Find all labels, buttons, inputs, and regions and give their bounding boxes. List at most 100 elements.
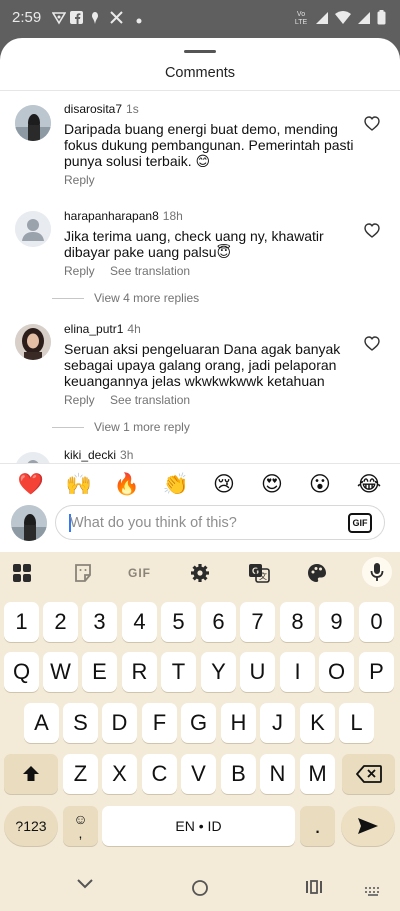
send-key[interactable]	[341, 806, 395, 846]
key-x[interactable]: X	[102, 754, 137, 794]
key-z[interactable]: Z	[63, 754, 98, 794]
comment-text: Seruan aksi pengeluaran Dana agak banyak…	[64, 341, 341, 389]
key-b[interactable]: B	[221, 754, 256, 794]
key-o[interactable]: O	[319, 652, 354, 692]
status-time: 2:59	[12, 9, 42, 26]
like-heart-icon[interactable]	[364, 336, 380, 352]
comment-composer: What do you think of this? GIF	[0, 505, 400, 552]
period-key[interactable]: .	[300, 806, 335, 846]
key-s[interactable]: S	[63, 703, 98, 743]
comment-username[interactable]: kiki_decki 3h	[64, 448, 133, 462]
key-7[interactable]: 7	[240, 602, 275, 642]
key-8[interactable]: 8	[280, 602, 315, 642]
like-heart-icon[interactable]	[364, 223, 380, 239]
symbols-key[interactable]: ?123	[4, 806, 58, 846]
shift-key[interactable]	[4, 754, 58, 794]
view-more-label: View 1 more reply	[94, 420, 190, 434]
key-u[interactable]: U	[240, 652, 275, 692]
avatar[interactable]	[15, 105, 51, 141]
key-c[interactable]: C	[142, 754, 177, 794]
reply-button[interactable]: Reply	[64, 264, 95, 278]
x-app-icon	[110, 11, 123, 27]
theme-palette-icon[interactable]	[307, 562, 327, 584]
see-translation-button[interactable]: See translation	[110, 393, 190, 407]
see-translation-button[interactable]: See translation	[110, 264, 190, 278]
send-arrow-icon	[358, 818, 378, 834]
space-key[interactable]: EN • ID	[102, 806, 295, 846]
key-9[interactable]: 9	[319, 602, 354, 642]
comment-username[interactable]: harapanharapan8 18h	[64, 209, 183, 223]
reply-button[interactable]: Reply	[64, 393, 95, 407]
emoji-heart[interactable]: ❤️	[17, 473, 45, 497]
key-a[interactable]: A	[24, 703, 59, 743]
key-1[interactable]: 1	[4, 602, 39, 642]
comment-username[interactable]: disarosita7 1s	[64, 102, 139, 116]
hide-keyboard-chevron-icon[interactable]	[76, 877, 94, 895]
svg-text:文: 文	[259, 571, 267, 581]
key-e[interactable]: E	[82, 652, 117, 692]
key-3[interactable]: 3	[82, 602, 117, 642]
comment-username[interactable]: elina_putr1 4h	[64, 322, 141, 336]
signal-icon-2	[357, 11, 371, 28]
drag-handle[interactable]	[184, 50, 216, 53]
reply-button[interactable]: Reply	[64, 173, 95, 187]
apps-grid-icon[interactable]	[12, 562, 32, 584]
view-more-replies[interactable]: View 4 more replies	[52, 291, 199, 305]
notification-dot-icon	[136, 13, 142, 27]
key-6[interactable]: 6	[201, 602, 236, 642]
emoji-laughing[interactable]: 😂	[355, 473, 383, 497]
translate-icon[interactable]: G文	[248, 562, 270, 584]
volte-label: Vo LTE	[294, 11, 308, 26]
key-l[interactable]: L	[339, 703, 374, 743]
gif-button[interactable]: GIF	[348, 513, 372, 533]
key-2[interactable]: 2	[43, 602, 78, 642]
microphone-icon[interactable]	[362, 557, 392, 587]
key-y[interactable]: Y	[201, 652, 236, 692]
emoji-crying[interactable]: 😢	[210, 473, 238, 497]
key-i[interactable]: I	[280, 652, 315, 692]
comment-text: Daripada buang energi buat demo, mending…	[64, 121, 354, 169]
avatar[interactable]	[15, 324, 51, 360]
key-4[interactable]: 4	[122, 602, 157, 642]
emoji-surprised[interactable]: 😮	[306, 473, 334, 497]
key-d[interactable]: D	[102, 703, 137, 743]
key-w[interactable]: W	[43, 652, 78, 692]
key-f[interactable]: F	[142, 703, 177, 743]
key-m[interactable]: M	[300, 754, 335, 794]
settings-gear-icon[interactable]	[190, 562, 210, 584]
pin-icon	[90, 11, 100, 28]
key-j[interactable]: J	[260, 703, 295, 743]
key-g[interactable]: G	[181, 703, 216, 743]
key-q[interactable]: Q	[4, 652, 39, 692]
key-0[interactable]: 0	[359, 602, 394, 642]
keyboard-toolbar: GIF G文	[0, 552, 400, 592]
facebook-icon	[70, 11, 83, 27]
key-v[interactable]: V	[181, 754, 216, 794]
key-r[interactable]: R	[122, 652, 157, 692]
emoji-reaction-bar: ❤️ 🙌 🔥 👏 😢 😍 😮 😂	[0, 463, 400, 507]
like-heart-icon[interactable]	[364, 116, 380, 132]
key-t[interactable]: T	[161, 652, 196, 692]
emoji-heart-eyes[interactable]: 😍	[258, 473, 286, 497]
recents-icon[interactable]	[305, 880, 323, 899]
emoji-clap[interactable]: 👏	[162, 473, 190, 497]
keyboard-switch-icon[interactable]	[365, 883, 381, 901]
emoji-fire[interactable]: 🔥	[113, 473, 141, 497]
view-more-replies[interactable]: View 1 more reply	[52, 420, 190, 434]
emoji-raised-hands[interactable]: 🙌	[65, 473, 93, 497]
gif-tab[interactable]: GIF	[128, 562, 151, 584]
battery-icon	[377, 10, 386, 28]
emoji-key[interactable]: ☺,	[63, 806, 98, 846]
comment-input[interactable]: What do you think of this? GIF	[55, 505, 385, 540]
emoji-comma-icon: ☺,	[73, 811, 88, 841]
key-h[interactable]: H	[221, 703, 256, 743]
key-5[interactable]: 5	[161, 602, 196, 642]
key-n[interactable]: N	[260, 754, 295, 794]
backspace-key[interactable]	[342, 754, 395, 794]
key-k[interactable]: K	[300, 703, 335, 743]
sheet-title: Comments	[164, 65, 236, 81]
avatar[interactable]	[15, 211, 51, 247]
sticker-icon[interactable]	[73, 562, 93, 584]
key-p[interactable]: P	[359, 652, 394, 692]
home-icon[interactable]	[191, 879, 209, 902]
